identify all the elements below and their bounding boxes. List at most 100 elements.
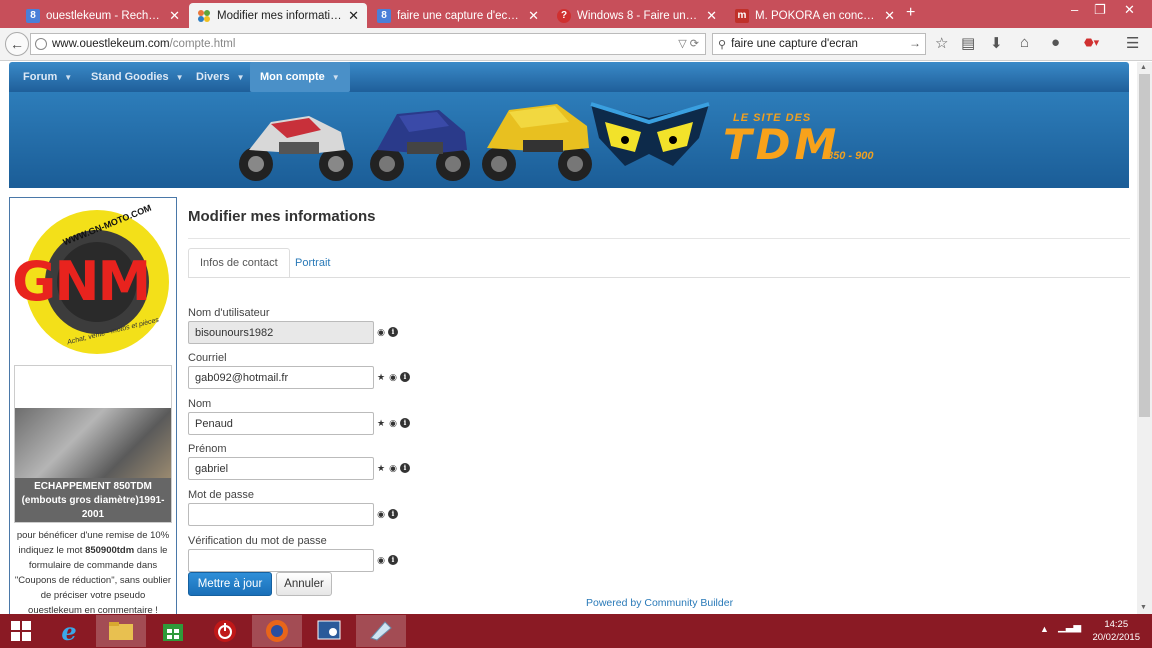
google-favicon-icon: 8	[26, 8, 40, 23]
tab-label: faire une capture d'ecran - ...	[397, 9, 523, 22]
reading-list-icon[interactable]: ▤	[961, 34, 975, 52]
power-app-icon[interactable]	[200, 615, 250, 647]
file-explorer-icon[interactable]	[96, 615, 146, 647]
caret-down-icon: ▼	[64, 72, 73, 82]
browser-tab-4[interactable]: ? Windows 8 - Faire une capt... ✕	[549, 3, 725, 28]
tab-infos-de-contact[interactable]: Infos de contact	[188, 248, 290, 278]
info-icon[interactable]: i	[400, 463, 410, 473]
exhaust-photo	[15, 408, 171, 478]
clock-date: 20/02/2015	[1092, 632, 1140, 643]
firstname-input[interactable]: gabriel	[188, 457, 374, 480]
settings-app-icon[interactable]	[304, 615, 354, 647]
visibility-icon[interactable]: ◉	[376, 327, 386, 337]
close-icon[interactable]: ✕	[348, 8, 359, 24]
info-icon[interactable]: i	[388, 327, 398, 337]
taskbar-clock[interactable]: 14:25 20/02/2015	[1092, 618, 1140, 644]
lastname-input[interactable]: Penaud	[188, 412, 374, 435]
firefox-icon[interactable]	[252, 615, 302, 647]
search-icon: ⚲	[718, 38, 727, 51]
minimize-icon[interactable]: –	[1071, 2, 1078, 17]
download-icon[interactable]: ⬇	[990, 34, 1003, 52]
required-star-icon: ★	[376, 372, 386, 382]
nav-label: Mon compte	[260, 71, 325, 83]
tab-label: Modifier mes informations	[217, 9, 343, 22]
close-icon[interactable]: ✕	[169, 8, 180, 24]
page-scrollbar[interactable]: ▲ ▼	[1137, 62, 1152, 615]
tab-label: M. POKORA en concert : pl...	[755, 9, 878, 22]
visibility-icon[interactable]: ◉	[376, 509, 386, 519]
adblock-icon[interactable]: ⬣▾	[1084, 36, 1099, 49]
exhaust-ad[interactable]: ECHAPPEMENT 850TDM (embouts gros diamètr…	[14, 365, 172, 523]
nav-item-stand-goodies[interactable]: Stand Goodies ▼	[91, 62, 184, 92]
windows-store-icon[interactable]	[148, 615, 198, 647]
visibility-icon[interactable]: ◉	[388, 372, 398, 382]
close-icon[interactable]: ✕	[884, 8, 895, 24]
info-icon[interactable]: i	[400, 372, 410, 382]
network-signal-icon[interactable]: ▁▃▅	[1058, 622, 1081, 633]
page-title: Modifier mes informations	[188, 208, 376, 225]
scroll-down-arrow-icon[interactable]: ▼	[1140, 604, 1147, 611]
back-arrow-icon[interactable]: ←	[5, 32, 29, 56]
cancel-button[interactable]: Annuler	[276, 572, 332, 596]
tab-portrait[interactable]: Portrait	[284, 248, 341, 278]
username-input[interactable]: bisounours1982	[188, 321, 374, 344]
sidebar: WWW.GN-MOTO.COM GNM Achat, vente - motos…	[9, 197, 177, 617]
url-bar-tools-icon[interactable]: ▽ ⟳	[678, 37, 699, 50]
site-favicon-icon: m	[735, 8, 749, 23]
info-icon[interactable]: i	[400, 418, 410, 428]
bookmark-star-icon[interactable]: ☆	[935, 34, 948, 52]
update-button[interactable]: Mettre à jour	[188, 572, 272, 596]
nav-item-mon-compte[interactable]: Mon compte ▼	[250, 62, 350, 92]
ad-caption: ECHAPPEMENT 850TDM (embouts gros diamètr…	[15, 478, 171, 522]
menu-hamburger-icon[interactable]: ☰	[1126, 34, 1139, 52]
url-bar[interactable]: www.ouestlekeum.com /compte.html ▽ ⟳	[30, 33, 706, 55]
home-icon[interactable]: ⌂	[1020, 34, 1029, 51]
nav-item-forum[interactable]: Forum ▼	[23, 62, 72, 92]
email-input[interactable]: gab092@hotmail.fr	[188, 366, 374, 389]
nav-label: Stand Goodies	[91, 71, 169, 83]
nav-item-divers[interactable]: Divers ▼	[196, 62, 245, 92]
chat-icon[interactable]: ●	[1051, 34, 1060, 51]
snipping-tool-icon[interactable]	[356, 615, 406, 647]
search-bar[interactable]: ⚲ faire une capture d'ecran →	[712, 33, 926, 55]
internet-explorer-icon[interactable]: e	[44, 615, 94, 647]
scroll-up-arrow-icon[interactable]: ▲	[1140, 64, 1147, 71]
browser-tab-strip: 8 ouestlekeum - Recherche ... ✕ Modifier…	[0, 0, 1152, 28]
url-path: /compte.html	[169, 38, 236, 50]
clock-time: 14:25	[1104, 619, 1129, 630]
nav-label: Divers	[196, 71, 230, 83]
info-icon[interactable]: i	[388, 509, 398, 519]
site-navigation: Forum ▼ Stand Goodies ▼ Divers ▼ Mon compte…	[9, 62, 1129, 92]
tray-expand-icon[interactable]: ▲	[1040, 624, 1049, 634]
nav-label: Forum	[23, 71, 58, 83]
browser-tab-2-active[interactable]: Modifier mes informations ✕	[189, 3, 367, 28]
joomla-favicon-icon	[197, 9, 211, 23]
url-domain: www.ouestlekeum.com	[52, 38, 170, 50]
restore-icon[interactable]: ❐	[1094, 2, 1106, 18]
visibility-icon[interactable]: ◉	[388, 463, 398, 473]
close-icon[interactable]: ✕	[706, 8, 717, 24]
search-go-arrow-icon[interactable]: →	[909, 36, 921, 50]
required-star-icon: ★	[376, 463, 386, 473]
powered-by-link[interactable]: Powered by Community Builder	[586, 597, 733, 609]
tab-label: ouestlekeum - Recherche ...	[46, 9, 163, 22]
site-banner: LE SITE DES TDM 850 - 900	[9, 92, 1129, 188]
scrollbar-thumb[interactable]	[1139, 74, 1150, 417]
browser-tab-5[interactable]: m M. POKORA en concert : pl... ✕	[727, 3, 903, 28]
promo-code: 850900tdm	[85, 545, 135, 556]
browser-toolbar: ← www.ouestlekeum.com /compte.html ▽ ⟳ ⚲…	[0, 28, 1152, 61]
visibility-icon[interactable]: ◉	[376, 555, 386, 565]
visibility-icon[interactable]: ◉	[388, 418, 398, 428]
windows-start-icon[interactable]	[0, 615, 42, 647]
info-icon[interactable]: i	[388, 555, 398, 565]
search-value: faire une capture d'ecran	[731, 38, 858, 50]
new-tab-icon[interactable]: +	[906, 4, 915, 22]
password-confirm-input[interactable]	[188, 549, 374, 572]
password-input[interactable]	[188, 503, 374, 526]
browser-tab-3[interactable]: 8 faire une capture d'ecran - ... ✕	[369, 3, 547, 28]
browser-tab-1[interactable]: 8 ouestlekeum - Recherche ... ✕	[18, 3, 188, 28]
required-star-icon: ★	[376, 418, 386, 428]
close-window-icon[interactable]: ✕	[1124, 2, 1135, 18]
close-icon[interactable]: ✕	[528, 8, 539, 24]
password-label: Mot de passe	[188, 489, 255, 501]
